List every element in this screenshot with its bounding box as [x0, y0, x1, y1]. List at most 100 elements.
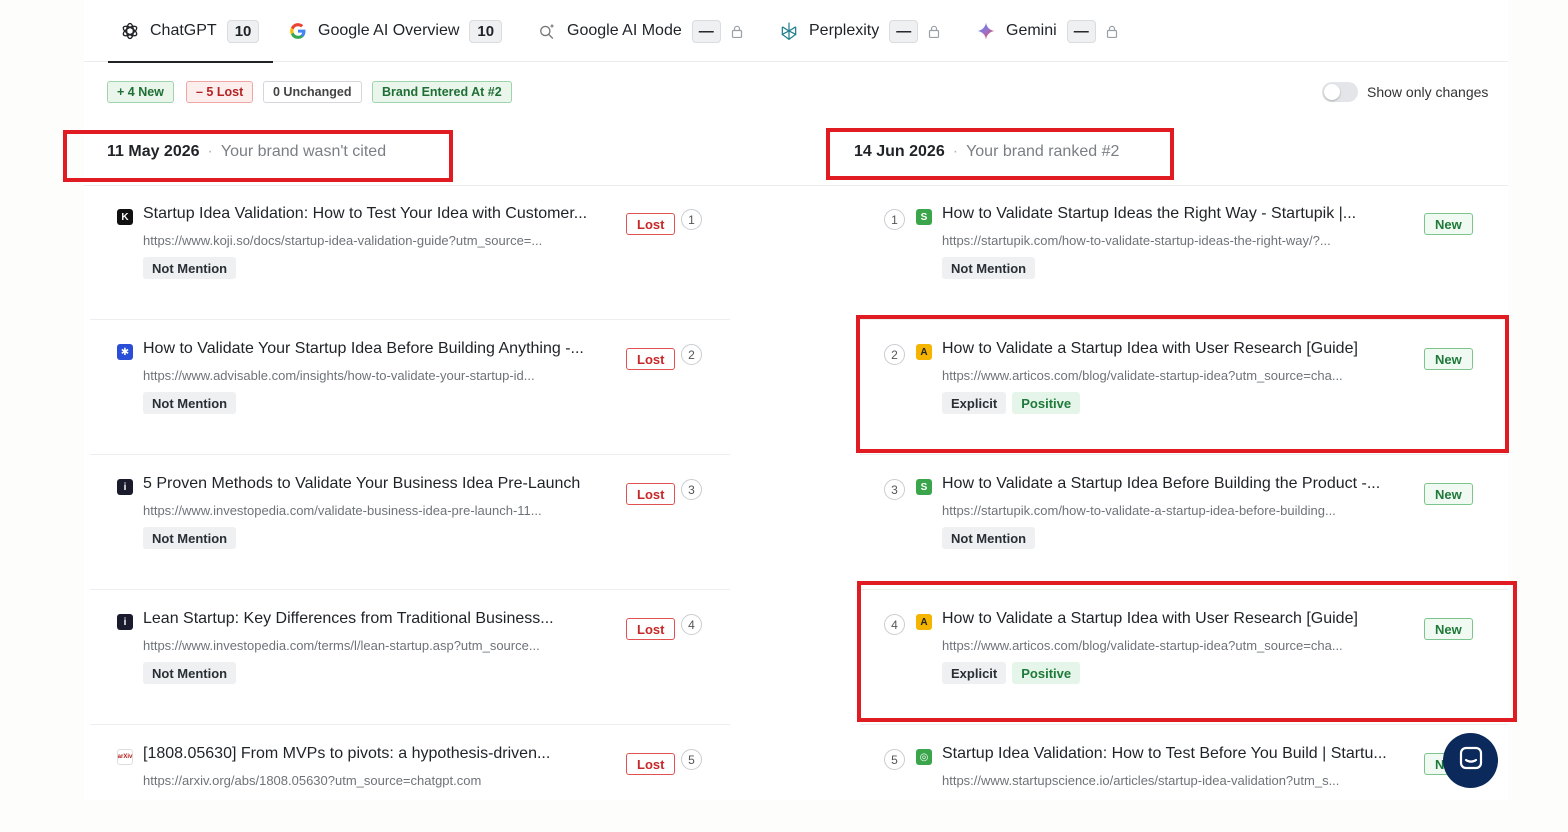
- rank-number: 3: [884, 479, 905, 500]
- result-title-link[interactable]: Lean Startup: Key Differences from Tradi…: [143, 610, 613, 628]
- tab-count-badge: —: [1066, 19, 1096, 43]
- rank-number: 1: [681, 209, 702, 230]
- lost-status-badge: Lost: [626, 618, 676, 640]
- rank-number: 4: [681, 614, 702, 635]
- result-card[interactable]: i Lean Startup: Key Differences from Trad…: [90, 590, 730, 725]
- result-card[interactable]: i 5 Proven Methods to Validate Your Busin…: [90, 455, 730, 590]
- mention-tag: Not Mention: [143, 392, 237, 414]
- left-column-header: 11 May 2026 · Your brand wasn't cited: [107, 143, 386, 161]
- result-title-link[interactable]: Startup Idea Validation: How to Test Bef…: [942, 745, 1402, 763]
- result-title-link[interactable]: How to Validate Your Startup Idea Before…: [143, 340, 613, 358]
- result-card[interactable]: A How to Validate a Startup Idea with Use…: [860, 590, 1508, 725]
- lost-status-badge: Lost: [626, 753, 676, 775]
- tab-count-badge: —: [889, 19, 919, 43]
- result-card[interactable]: S How to Validate a Startup Idea Before B…: [860, 455, 1508, 590]
- rank-number: 5: [681, 749, 702, 770]
- tab-count-badge: 10: [226, 19, 260, 43]
- result-card[interactable]: arXiv [1808.05630] From MVPs to pivots: a…: [90, 725, 730, 832]
- result-title-link[interactable]: 5 Proven Methods to Validate Your Busine…: [143, 475, 613, 493]
- result-url-link[interactable]: https://www.investopedia.com/terms/l/lea…: [143, 638, 613, 653]
- site-favicon-icon: ✱: [117, 344, 133, 360]
- sentiment-tag: Positive: [1012, 662, 1081, 684]
- result-url-link[interactable]: https://startupik.com/how-to-validate-st…: [942, 233, 1402, 248]
- result-title-link[interactable]: How to Validate a Startup Idea with User…: [942, 610, 1402, 628]
- chat-bubble-icon: [1458, 745, 1484, 776]
- tab-chatgpt[interactable]: ChatGPT 10: [107, 0, 274, 63]
- result-title-link[interactable]: Startup Idea Validation: How to Test You…: [143, 205, 613, 223]
- site-favicon-icon: S: [916, 479, 932, 495]
- new-status-badge: New: [1424, 618, 1473, 640]
- tab-google-ai-mode[interactable]: Google AI Mode —: [537, 0, 743, 62]
- rank-number: 2: [884, 344, 905, 365]
- brand-entered-chip: Brand Entered At #2: [372, 81, 512, 103]
- site-favicon-icon: K: [117, 209, 133, 225]
- result-title-link[interactable]: [1808.05630] From MVPs to pivots: a hypo…: [143, 745, 613, 763]
- separator-dot: ·: [207, 143, 213, 160]
- result-tags: Not Mention: [143, 527, 237, 549]
- tab-label: ChatGPT: [150, 22, 217, 39]
- separator-dot: ·: [952, 143, 959, 160]
- lost-status-badge: Lost: [626, 348, 676, 370]
- rank-number: 2: [681, 344, 702, 365]
- right-date: 14 Jun 2026: [854, 143, 945, 160]
- mention-tag: Explicit: [942, 392, 1007, 414]
- new-count-chip: + 4 New: [107, 81, 174, 103]
- result-tags: Not Mention: [942, 257, 1036, 279]
- rank-number: 1: [884, 209, 905, 230]
- result-tags: Not Mention: [143, 257, 237, 279]
- tab-label: Google AI Overview: [318, 22, 460, 39]
- perplexity-icon: [779, 21, 799, 41]
- result-url-link[interactable]: https://www.articos.com/blog/validate-st…: [942, 638, 1402, 653]
- result-title-link[interactable]: How to Validate a Startup Idea with User…: [942, 340, 1402, 358]
- new-status-badge: New: [1424, 483, 1473, 505]
- openai-icon: [120, 21, 140, 41]
- rank-number: 5: [884, 749, 905, 770]
- result-url-link[interactable]: https://www.startupscience.io/articles/s…: [942, 773, 1402, 788]
- result-url-link[interactable]: https://www.advisable.com/insights/how-t…: [143, 368, 613, 383]
- right-column-header: 14 Jun 2026 · Your brand ranked #2: [854, 143, 1119, 161]
- tab-count-badge: 10: [469, 19, 503, 43]
- result-tags: Explicit Positive: [942, 662, 1081, 684]
- left-date: 11 May 2026: [107, 143, 200, 160]
- result-url-link[interactable]: https://www.articos.com/blog/validate-st…: [942, 368, 1402, 383]
- tab-gemini[interactable]: Gemini —: [976, 0, 1118, 62]
- show-only-changes-toggle[interactable]: [1322, 82, 1358, 102]
- mention-tag: Explicit: [942, 662, 1007, 684]
- sentiment-tag: Positive: [1012, 392, 1081, 414]
- mention-tag: Not Mention: [143, 527, 237, 549]
- result-card[interactable]: K Startup Idea Validation: How to Test Yo…: [90, 185, 730, 320]
- chat-support-button[interactable]: [1443, 733, 1498, 788]
- lost-count-chip: – 5 Lost: [186, 81, 254, 103]
- site-favicon-icon: ◎: [916, 749, 932, 765]
- unchanged-count-chip: 0 Unchanged: [263, 81, 362, 103]
- engine-tabs: ChatGPT 10 Google AI Overview 10 Google …: [84, 0, 1508, 63]
- tab-perplexity[interactable]: Perplexity —: [779, 0, 940, 62]
- result-card[interactable]: ✱ How to Validate Your Startup Idea Befor…: [90, 320, 730, 455]
- gemini-icon: [976, 21, 996, 41]
- site-favicon-icon: A: [916, 344, 932, 360]
- result-tags: Not Mention: [143, 662, 237, 684]
- tab-label: Google AI Mode: [567, 22, 682, 39]
- result-card[interactable]: A How to Validate a Startup Idea with Use…: [860, 320, 1508, 455]
- new-status-badge: New: [1424, 348, 1473, 370]
- tab-google-ai-overview[interactable]: Google AI Overview 10: [288, 0, 503, 62]
- result-url-link[interactable]: https://startupik.com/how-to-validate-a-…: [942, 503, 1402, 518]
- mention-tag: Not Mention: [143, 662, 237, 684]
- mention-tag: Not Mention: [942, 257, 1036, 279]
- right-subtitle: Your brand ranked #2: [966, 143, 1120, 160]
- lock-icon: [1106, 25, 1118, 39]
- rank-number: 4: [884, 614, 905, 635]
- result-card[interactable]: ◎ Startup Idea Validation: How to Test Be…: [860, 725, 1508, 832]
- result-title-link[interactable]: How to Validate a Startup Idea Before Bu…: [942, 475, 1402, 493]
- result-card[interactable]: S How to Validate Startup Ideas the Right…: [860, 185, 1508, 320]
- site-favicon-icon: arXiv: [117, 749, 133, 765]
- result-tags: Not Mention: [143, 392, 237, 414]
- result-url-link[interactable]: https://arxiv.org/abs/1808.05630?utm_sou…: [143, 773, 613, 788]
- site-favicon-icon: S: [916, 209, 932, 225]
- site-favicon-icon: i: [117, 614, 133, 630]
- result-title-link[interactable]: How to Validate Startup Ideas the Right …: [942, 205, 1402, 223]
- result-url-link[interactable]: https://www.koji.so/docs/startup-idea-va…: [143, 233, 613, 248]
- site-favicon-icon: A: [916, 614, 932, 630]
- result-url-link[interactable]: https://www.investopedia.com/validate-bu…: [143, 503, 613, 518]
- toggle-label: Show only changes: [1367, 84, 1489, 100]
